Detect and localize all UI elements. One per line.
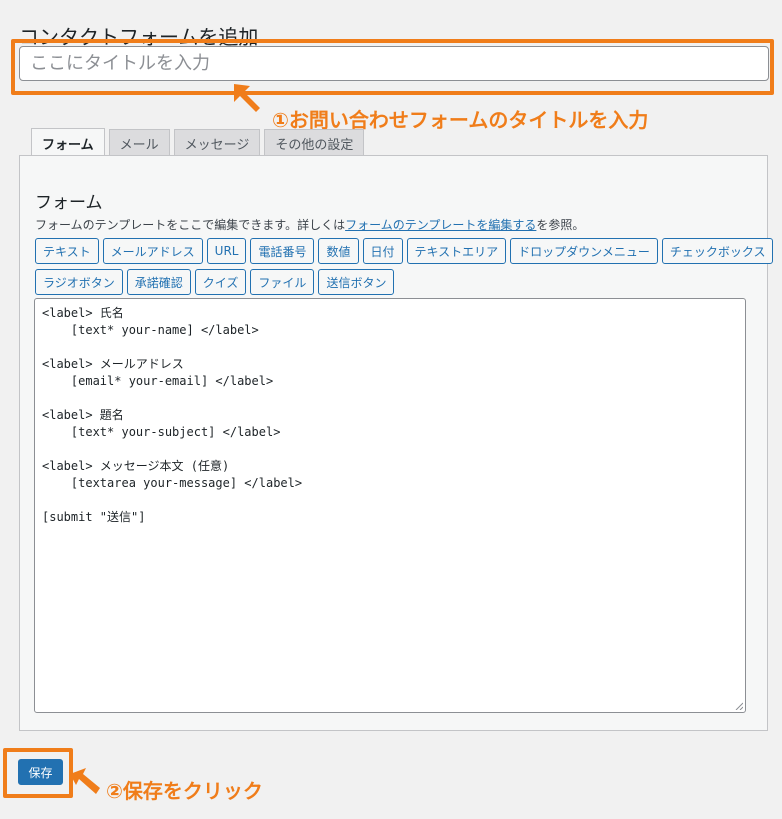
form-template-editor[interactable]: <label> 氏名 [text* your-name] </label> <l…	[34, 298, 746, 713]
arrow-left-icon	[70, 768, 100, 794]
tag-generator-row-2: ラジオボタン 承諾確認 クイズ ファイル 送信ボタン	[35, 269, 395, 295]
tag-button-file[interactable]: ファイル	[250, 269, 315, 295]
tab-messages[interactable]: メッセージ	[173, 129, 261, 156]
template-help-link[interactable]: フォームのテンプレートを編集する	[345, 218, 536, 232]
tag-generator-row-1: テキスト メールアドレス URL 電話番号 数値 日付 テキストエリア ドロップ…	[35, 238, 774, 264]
description-suffix: を参照。	[536, 218, 585, 232]
tag-button-tel[interactable]: 電話番号	[250, 238, 315, 264]
resize-handle-icon[interactable]	[735, 702, 743, 710]
form-template-content: <label> 氏名 [text* your-name] </label> <l…	[42, 306, 303, 524]
tag-button-acceptance[interactable]: 承諾確認	[126, 269, 191, 295]
form-panel-heading: フォーム	[35, 193, 103, 213]
annotation-step2: ②保存をクリック	[106, 779, 263, 803]
tag-button-date[interactable]: 日付	[362, 238, 403, 264]
arrow-up-left-icon	[234, 84, 260, 112]
tab-form[interactable]: フォーム	[31, 128, 105, 157]
tag-button-text[interactable]: テキスト	[35, 238, 99, 264]
tag-button-submit[interactable]: 送信ボタン	[318, 269, 395, 295]
tag-button-quiz[interactable]: クイズ	[194, 269, 247, 295]
save-button[interactable]: 保存	[18, 759, 63, 785]
tag-button-url[interactable]: URL	[206, 238, 247, 264]
tag-button-number[interactable]: 数値	[318, 238, 359, 264]
tag-button-email[interactable]: メールアドレス	[102, 238, 203, 264]
tab-additional-settings[interactable]: その他の設定	[264, 129, 365, 156]
tag-button-checkbox[interactable]: チェックボックス	[661, 238, 774, 264]
tag-button-textarea[interactable]: テキストエリア	[406, 238, 507, 264]
description-text: フォームのテンプレートをここで編集できます。詳しくは	[35, 218, 346, 232]
tab-bar: フォーム メール メッセージ その他の設定	[31, 128, 365, 157]
title-highlight-box	[11, 39, 774, 95]
tag-button-radio[interactable]: ラジオボタン	[35, 269, 123, 295]
form-panel-description: フォームのテンプレートをここで編集できます。詳しくはフォームのテンプレートを編集…	[35, 216, 584, 233]
tab-mail[interactable]: メール	[108, 129, 170, 156]
tag-button-select[interactable]: ドロップダウンメニュー	[510, 238, 658, 264]
